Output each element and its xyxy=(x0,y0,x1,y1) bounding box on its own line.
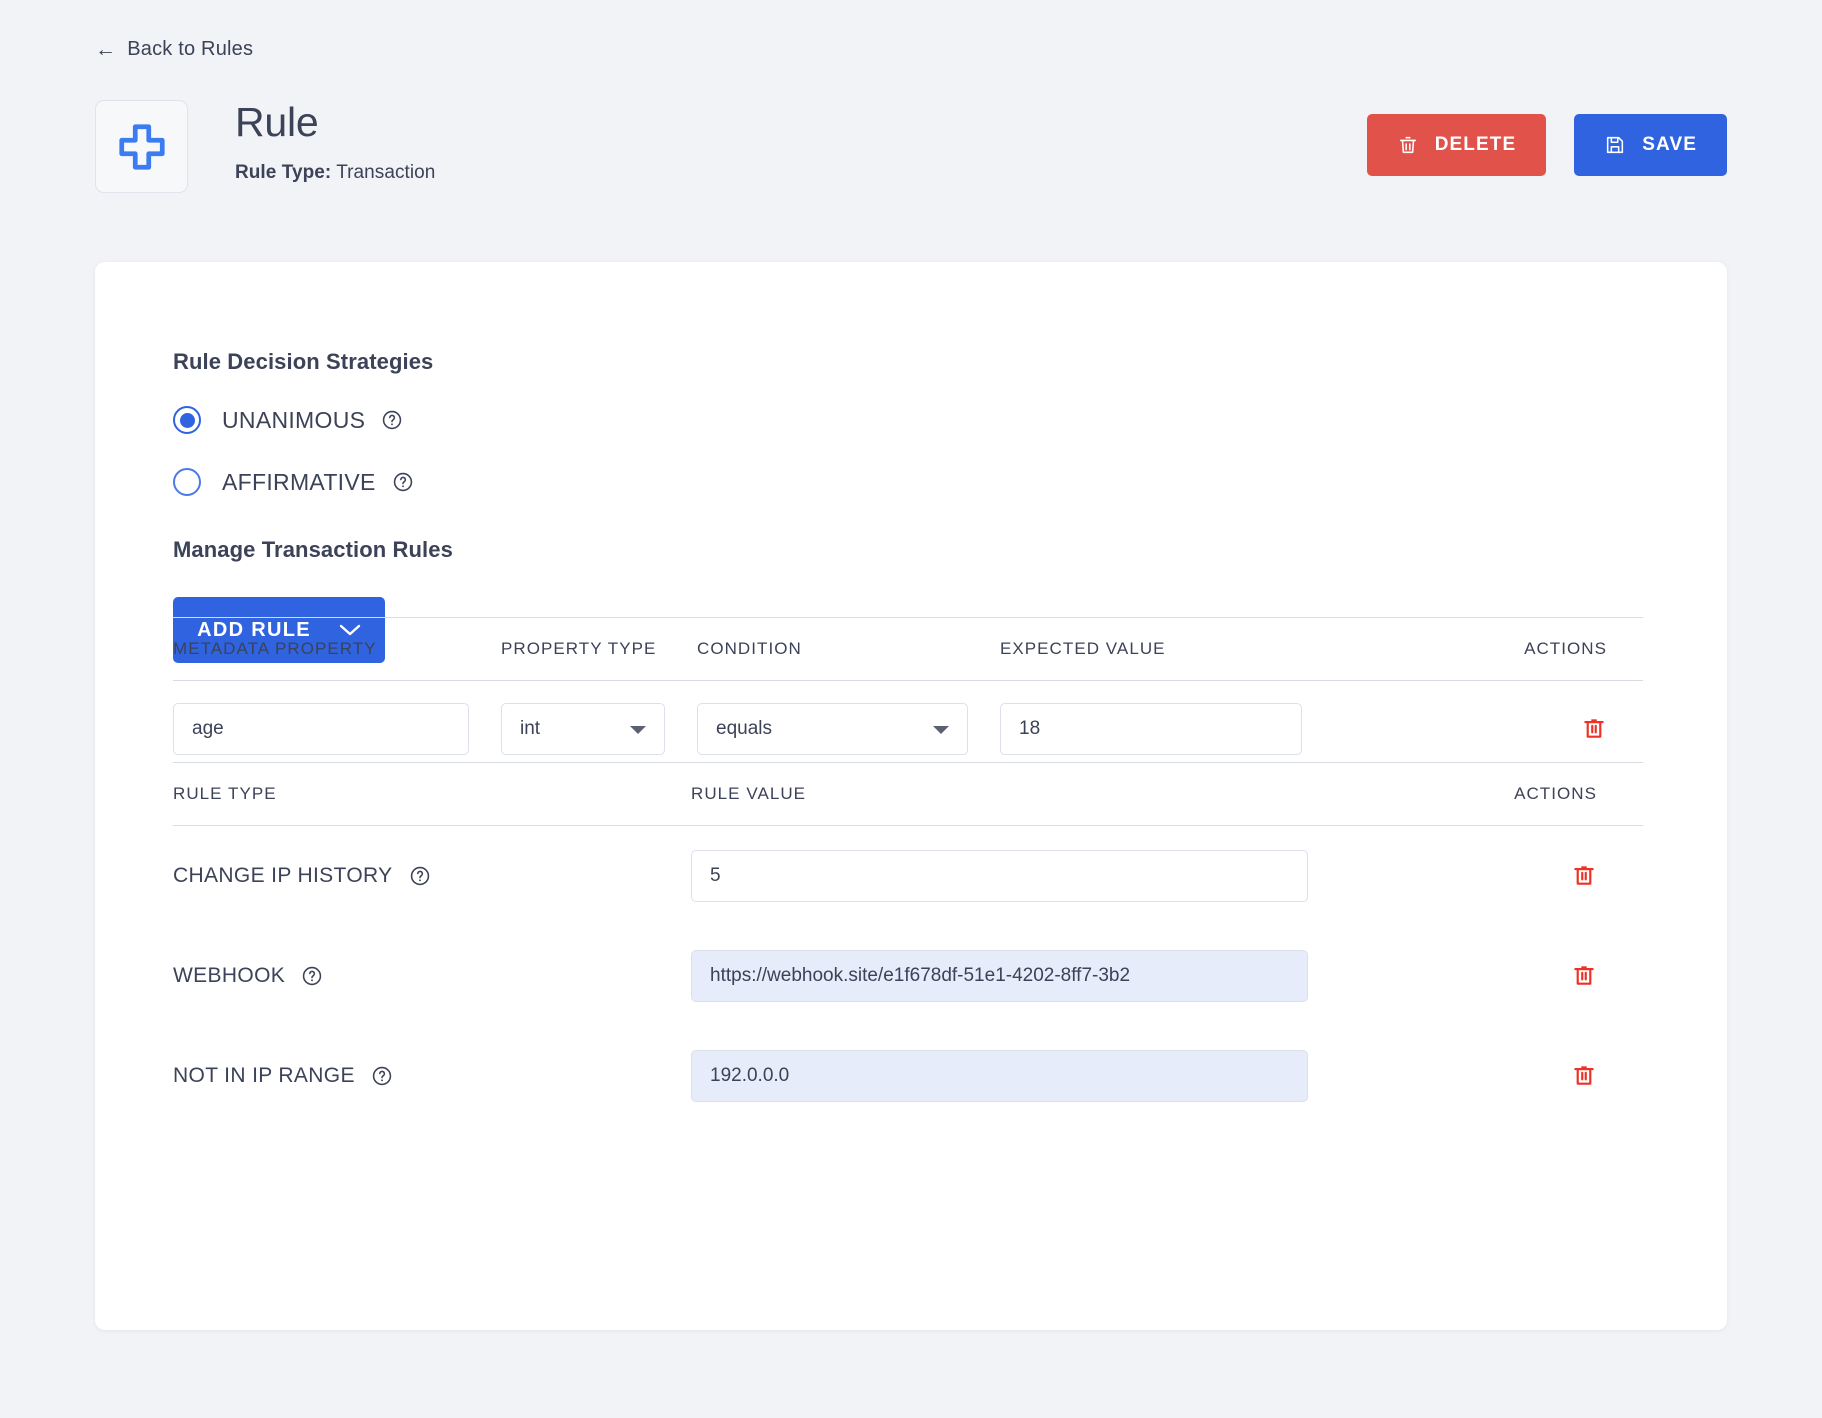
table-row: WEBHOOK xyxy=(173,926,1643,1026)
cell-rule-value xyxy=(691,850,1308,902)
rule-value-input[interactable] xyxy=(691,850,1308,902)
metadata-table: METADATA PROPERTY PROPERTY TYPE CONDITIO… xyxy=(173,617,1643,777)
chevron-down-icon xyxy=(933,726,949,734)
arrow-left-icon: ← xyxy=(95,38,117,61)
rule-type-line: Rule Type: Transaction xyxy=(235,162,435,184)
col-metadata-property: METADATA PROPERTY xyxy=(173,639,377,658)
trash-icon xyxy=(1574,1065,1594,1085)
rules-table: RULE TYPE RULE VALUE ACTIONS CHANGE IP H… xyxy=(173,762,1643,1126)
strategies-title: Rule Decision Strategies xyxy=(173,349,434,374)
metadata-table-header: METADATA PROPERTY PROPERTY TYPE CONDITIO… xyxy=(173,618,1643,680)
rule-type-name: WEBHOOK xyxy=(173,964,286,987)
back-to-rules-link[interactable]: ← Back to Rules xyxy=(95,38,253,61)
help-circle-icon[interactable] xyxy=(392,471,414,493)
help-circle-icon[interactable] xyxy=(301,965,323,987)
delete-button[interactable]: DELETE xyxy=(1366,114,1547,176)
help-circle-icon[interactable] xyxy=(409,865,431,887)
page-header: Rule Rule Type: Transaction DELETE SAVE xyxy=(95,100,1727,196)
radio-unanimous-dot xyxy=(179,412,195,428)
cell-rule-value xyxy=(691,950,1308,1002)
col-rule-value: RULE VALUE xyxy=(691,784,807,803)
cell-metadata-property xyxy=(173,703,501,755)
help-circle-icon[interactable] xyxy=(381,409,403,431)
rule-value-input[interactable] xyxy=(691,950,1308,1002)
table-row: NOT IN IP RANGE xyxy=(173,1026,1643,1126)
rule-type-label: Rule Type: xyxy=(235,162,332,184)
cell-rule-value xyxy=(691,1050,1308,1102)
col-condition: CONDITION xyxy=(697,639,802,658)
cell-condition: equals xyxy=(697,703,1000,755)
plus-cross-icon xyxy=(118,123,165,170)
help-circle-icon[interactable] xyxy=(371,1065,393,1087)
condition-select[interactable]: equals xyxy=(697,703,968,755)
rules-table-header: RULE TYPE RULE VALUE ACTIONS xyxy=(173,763,1643,825)
rule-editor-page: ← Back to Rules Rule Rule Type: Transact… xyxy=(0,0,1822,1418)
cell-actions xyxy=(1308,862,1643,891)
rule-badge xyxy=(95,100,188,193)
rule-type-name: CHANGE IP HISTORY xyxy=(173,864,393,887)
col-property-type: PROPERTY TYPE xyxy=(501,639,657,658)
cell-actions xyxy=(1334,715,1643,744)
delete-rule-row-button[interactable] xyxy=(1571,962,1597,991)
radio-affirmative-control[interactable] xyxy=(173,468,201,496)
cell-property-type: int xyxy=(501,703,697,755)
back-to-rules-label: Back to Rules xyxy=(127,38,254,60)
save-button[interactable]: SAVE xyxy=(1574,114,1727,176)
trash-icon xyxy=(1574,965,1594,985)
trash-icon xyxy=(1574,865,1594,885)
rule-form-card: Rule Decision Strategies UNANIMOUS AFFIR… xyxy=(95,262,1727,1330)
cell-actions xyxy=(1308,962,1643,991)
rule-value-input[interactable] xyxy=(691,1050,1308,1102)
title-block: Rule Rule Type: Transaction xyxy=(235,99,435,184)
page-title: Rule xyxy=(235,99,319,145)
rule-type-name: NOT IN IP RANGE xyxy=(173,1064,355,1087)
col-actions: ACTIONS xyxy=(1514,784,1597,803)
delete-rule-row-button[interactable] xyxy=(1571,862,1597,891)
header-actions: DELETE SAVE xyxy=(1366,114,1727,176)
floppy-disk-icon xyxy=(1607,136,1624,154)
save-button-label: SAVE xyxy=(1642,134,1697,155)
metadata-property-input[interactable] xyxy=(173,703,469,755)
rule-type-value: Transaction xyxy=(336,162,436,184)
radio-affirmative[interactable]: AFFIRMATIVE xyxy=(173,468,414,496)
table-row: CHANGE IP HISTORY xyxy=(173,826,1643,926)
property-type-select[interactable]: int xyxy=(501,703,665,755)
property-type-value: int xyxy=(520,718,541,739)
expected-value-input[interactable] xyxy=(1000,703,1302,755)
cell-rule-type: WEBHOOK xyxy=(173,964,691,988)
trash-icon xyxy=(1399,136,1416,154)
trash-icon xyxy=(1584,718,1604,738)
col-expected-value: EXPECTED VALUE xyxy=(1000,639,1166,658)
chevron-down-icon xyxy=(630,726,646,734)
radio-unanimous-label: UNANIMOUS xyxy=(222,406,366,433)
cell-rule-type: CHANGE IP HISTORY xyxy=(173,864,691,888)
manage-rules-title: Manage Transaction Rules xyxy=(173,537,453,562)
radio-affirmative-label: AFFIRMATIVE xyxy=(222,468,376,495)
cell-expected-value xyxy=(1000,703,1334,755)
col-rule-type: RULE TYPE xyxy=(173,784,277,803)
delete-rule-row-button[interactable] xyxy=(1571,1062,1597,1091)
col-actions: ACTIONS xyxy=(1524,639,1607,658)
condition-value: equals xyxy=(716,718,772,739)
cell-rule-type: NOT IN IP RANGE xyxy=(173,1064,691,1088)
delete-metadata-row-button[interactable] xyxy=(1581,715,1607,744)
delete-button-label: DELETE xyxy=(1434,134,1517,155)
radio-unanimous[interactable]: UNANIMOUS xyxy=(173,406,403,434)
radio-unanimous-control[interactable] xyxy=(173,406,201,434)
cell-actions xyxy=(1308,1062,1643,1091)
